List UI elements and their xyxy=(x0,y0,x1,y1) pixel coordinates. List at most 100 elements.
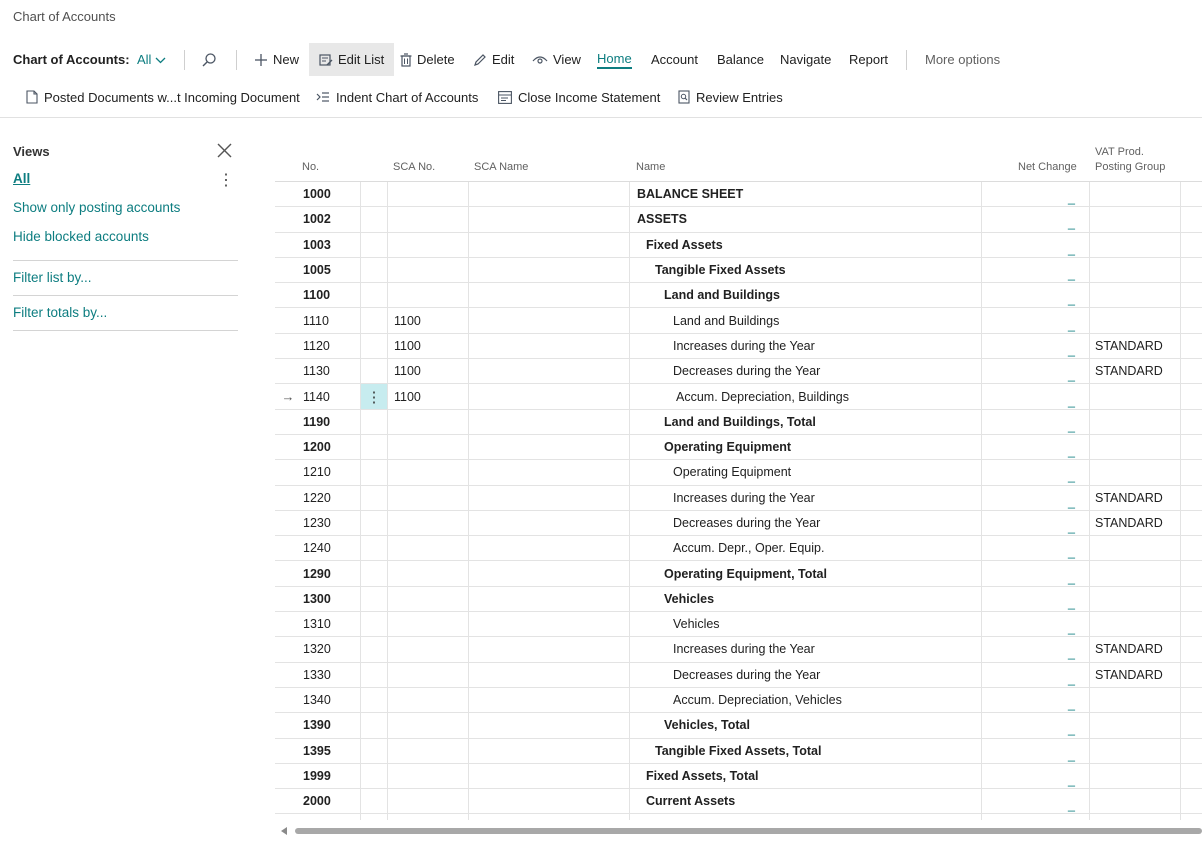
account-no-cell[interactable]: 1003 xyxy=(303,233,359,257)
net-change-cell[interactable]: _ xyxy=(982,637,1082,661)
net-change-cell[interactable]: _ xyxy=(982,511,1082,535)
account-name-cell[interactable]: Tangible Fixed Assets, Total xyxy=(655,739,1000,763)
vat-prod-posting-group-cell[interactable] xyxy=(1095,764,1185,788)
account-name-cell[interactable]: Operating Equipment xyxy=(673,460,1018,484)
account-no-cell[interactable]: 1190 xyxy=(303,410,359,434)
vat-prod-posting-group-cell[interactable] xyxy=(1095,536,1185,560)
account-no-cell[interactable]: 1320 xyxy=(303,637,359,661)
sca-no-cell[interactable] xyxy=(394,283,469,307)
account-no-cell[interactable]: 1230 xyxy=(303,511,359,535)
table-row[interactable]: 1200 Operating Equipment _ xyxy=(275,435,1202,461)
account-name-cell[interactable]: BALANCE SHEET xyxy=(637,182,982,206)
sca-no-cell[interactable] xyxy=(394,637,469,661)
sca-no-cell[interactable] xyxy=(394,460,469,484)
sca-no-cell[interactable]: 1100 xyxy=(394,384,469,408)
sca-no-cell[interactable]: 1100 xyxy=(394,308,469,332)
account-no-cell[interactable]: 1210 xyxy=(303,460,359,484)
table-row[interactable]: 1210 Operating Equipment _ xyxy=(275,460,1202,486)
account-name-cell[interactable]: Increases during the Year xyxy=(673,486,1018,510)
tab-account[interactable]: Account xyxy=(651,43,698,76)
row-actions-cell[interactable] xyxy=(361,410,387,434)
vat-prod-posting-group-cell[interactable] xyxy=(1095,384,1185,408)
posted-documents-button[interactable]: Posted Documents w...t Incoming Document xyxy=(26,82,300,112)
sca-name-cell[interactable] xyxy=(469,688,629,712)
net-change-cell[interactable]: _ xyxy=(982,713,1082,737)
vat-prod-posting-group-cell[interactable]: STANDARD xyxy=(1095,486,1185,510)
net-change-cell[interactable]: _ xyxy=(982,359,1082,383)
row-actions-cell[interactable] xyxy=(361,739,387,763)
vat-prod-posting-group-cell[interactable] xyxy=(1095,207,1185,231)
filter-totals-link[interactable]: Filter totals by... xyxy=(13,305,107,320)
sca-no-cell[interactable] xyxy=(394,536,469,560)
sca-name-cell[interactable] xyxy=(469,410,629,434)
scrollbar-thumb[interactable] xyxy=(295,828,1202,834)
net-change-cell[interactable]: _ xyxy=(982,460,1082,484)
account-no-cell[interactable]: 1310 xyxy=(303,612,359,636)
view-more-icon[interactable]: ⋮ xyxy=(218,170,234,190)
sca-name-cell[interactable] xyxy=(469,739,629,763)
sca-no-cell[interactable]: 1100 xyxy=(394,359,469,383)
sca-no-cell[interactable] xyxy=(394,663,469,687)
account-no-cell[interactable]: 1140 xyxy=(303,384,359,408)
sca-name-cell[interactable] xyxy=(469,511,629,535)
table-row[interactable]: 1999 Fixed Assets, Total _ xyxy=(275,764,1202,790)
sca-no-cell[interactable] xyxy=(394,688,469,712)
sca-no-cell[interactable] xyxy=(394,739,469,763)
sca-no-cell[interactable] xyxy=(394,258,469,282)
vat-prod-posting-group-cell[interactable]: STANDARD xyxy=(1095,511,1185,535)
table-row[interactable]: → 1140 ⋮ 1100 Accum. Depreciation, Buildings… xyxy=(275,384,1202,410)
net-change-cell[interactable]: _ xyxy=(982,233,1082,257)
net-change-cell[interactable]: _ xyxy=(982,561,1082,585)
sca-name-cell[interactable] xyxy=(469,258,629,282)
row-actions-cell[interactable] xyxy=(361,207,387,231)
vat-prod-posting-group-cell[interactable]: STANDARD xyxy=(1095,663,1185,687)
table-row[interactable]: 2000 Current Assets _ xyxy=(275,789,1202,815)
sca-name-cell[interactable] xyxy=(469,637,629,661)
net-change-cell[interactable]: _ xyxy=(982,410,1082,434)
sca-no-cell[interactable] xyxy=(394,233,469,257)
sca-no-cell[interactable]: 1100 xyxy=(394,334,469,358)
sca-name-cell[interactable] xyxy=(469,486,629,510)
view-item-all[interactable]: All xyxy=(13,171,30,186)
table-row[interactable]: 1110 1100 Land and Buildings _ xyxy=(275,308,1202,334)
vat-prod-posting-group-cell[interactable] xyxy=(1095,561,1185,585)
vat-prod-posting-group-cell[interactable] xyxy=(1095,258,1185,282)
table-row[interactable]: 1120 1100 Increases during the Year _ STANDA… xyxy=(275,334,1202,360)
sca-name-cell[interactable] xyxy=(469,334,629,358)
row-actions-cell[interactable] xyxy=(361,536,387,560)
row-actions-icon[interactable]: ⋮ xyxy=(361,384,387,409)
sca-name-cell[interactable] xyxy=(469,384,629,408)
account-name-cell[interactable]: Accum. Depr., Oper. Equip. xyxy=(673,536,1018,560)
sca-name-cell[interactable] xyxy=(469,789,629,813)
account-no-cell[interactable]: 1200 xyxy=(303,435,359,459)
table-row[interactable]: 1240 Accum. Depr., Oper. Equip. _ xyxy=(275,536,1202,562)
view-selector-dropdown[interactable]: All xyxy=(137,43,166,76)
account-no-cell[interactable]: 1300 xyxy=(303,587,359,611)
sca-name-cell[interactable] xyxy=(469,182,629,206)
sca-no-cell[interactable] xyxy=(394,764,469,788)
account-name-cell[interactable]: Land and Buildings xyxy=(673,308,1018,332)
account-name-cell[interactable]: Land and Buildings xyxy=(664,283,1009,307)
table-row[interactable]: 1005 Tangible Fixed Assets _ xyxy=(275,258,1202,284)
account-name-cell[interactable]: Vehicles xyxy=(664,587,1009,611)
account-name-cell[interactable]: Fixed Assets, Total xyxy=(646,764,991,788)
row-actions-cell[interactable] xyxy=(361,612,387,636)
row-actions-cell[interactable] xyxy=(361,688,387,712)
account-name-cell[interactable]: Decreases during the Year xyxy=(673,359,1018,383)
row-actions-cell[interactable] xyxy=(361,511,387,535)
vat-prod-posting-group-cell[interactable] xyxy=(1095,789,1185,813)
net-change-cell[interactable]: _ xyxy=(982,612,1082,636)
account-name-cell[interactable]: Current Assets xyxy=(646,789,991,813)
account-no-cell[interactable]: 2000 xyxy=(303,789,359,813)
vat-prod-posting-group-cell[interactable]: STANDARD xyxy=(1095,637,1185,661)
vat-prod-posting-group-cell[interactable] xyxy=(1095,435,1185,459)
row-actions-cell[interactable] xyxy=(361,308,387,332)
net-change-cell[interactable]: _ xyxy=(982,764,1082,788)
account-name-cell[interactable]: Increases during the Year xyxy=(673,334,1018,358)
sca-no-cell[interactable] xyxy=(394,486,469,510)
delete-button[interactable]: Delete xyxy=(400,43,455,76)
sca-name-cell[interactable] xyxy=(469,612,629,636)
account-name-cell[interactable]: Vehicles, Total xyxy=(664,713,1009,737)
sca-no-cell[interactable] xyxy=(394,789,469,813)
sca-no-cell[interactable] xyxy=(394,561,469,585)
